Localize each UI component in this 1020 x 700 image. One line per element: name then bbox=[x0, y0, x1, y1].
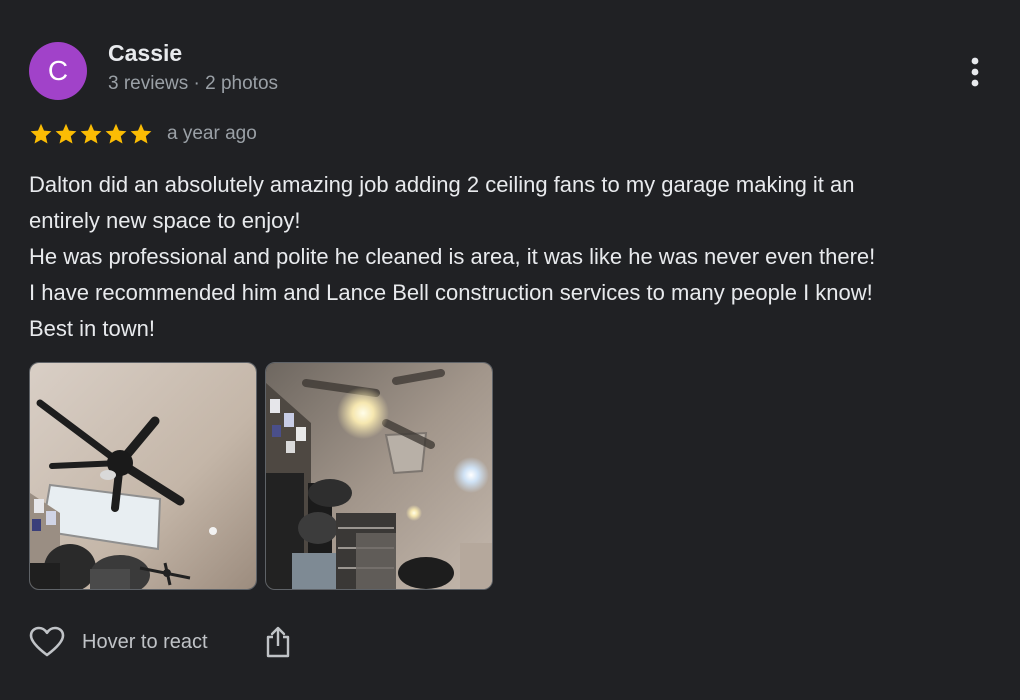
star-filled-icon bbox=[105, 123, 127, 144]
review-text-line: Dalton did an absolutely amazing job add… bbox=[29, 172, 855, 197]
reviewer-meta[interactable]: 3 reviews · 2 photos bbox=[108, 73, 278, 95]
review-text-line: entirely new space to enjoy! bbox=[29, 208, 301, 233]
review-photos bbox=[29, 362, 493, 590]
avatar[interactable]: C bbox=[29, 42, 87, 100]
more-vertical-icon bbox=[971, 57, 979, 87]
star-filled-icon bbox=[55, 123, 77, 144]
star-rating bbox=[29, 122, 153, 146]
review-text-line: Best in town! bbox=[29, 316, 155, 341]
share-button[interactable] bbox=[264, 625, 292, 659]
react-button[interactable]: Hover to react bbox=[29, 626, 208, 658]
review-photo-garage-lights[interactable] bbox=[265, 362, 493, 590]
review-actions: Hover to react bbox=[29, 620, 292, 664]
more-options-button[interactable] bbox=[955, 50, 995, 94]
review-text-line: I have recommended him and Lance Bell co… bbox=[29, 280, 873, 305]
reviewer-name[interactable]: Cassie bbox=[108, 40, 182, 67]
review-text-line: He was professional and polite he cleane… bbox=[29, 244, 876, 269]
star-filled-icon bbox=[130, 123, 152, 144]
review-text: Dalton did an absolutely amazing job add… bbox=[29, 167, 1004, 347]
share-icon bbox=[266, 626, 289, 658]
review-date: a year ago bbox=[167, 123, 257, 144]
react-label: Hover to react bbox=[82, 630, 208, 653]
heart-outline-icon bbox=[29, 626, 65, 657]
ceiling-fan-photo-image bbox=[30, 363, 256, 589]
star-filled-icon bbox=[30, 123, 52, 144]
review-photo-ceiling-fan[interactable] bbox=[29, 362, 257, 590]
rating-row: a year ago bbox=[29, 120, 257, 148]
avatar-letter: C bbox=[47, 55, 69, 86]
garage-lights-photo-image bbox=[266, 363, 492, 589]
star-filled-icon bbox=[80, 123, 102, 144]
